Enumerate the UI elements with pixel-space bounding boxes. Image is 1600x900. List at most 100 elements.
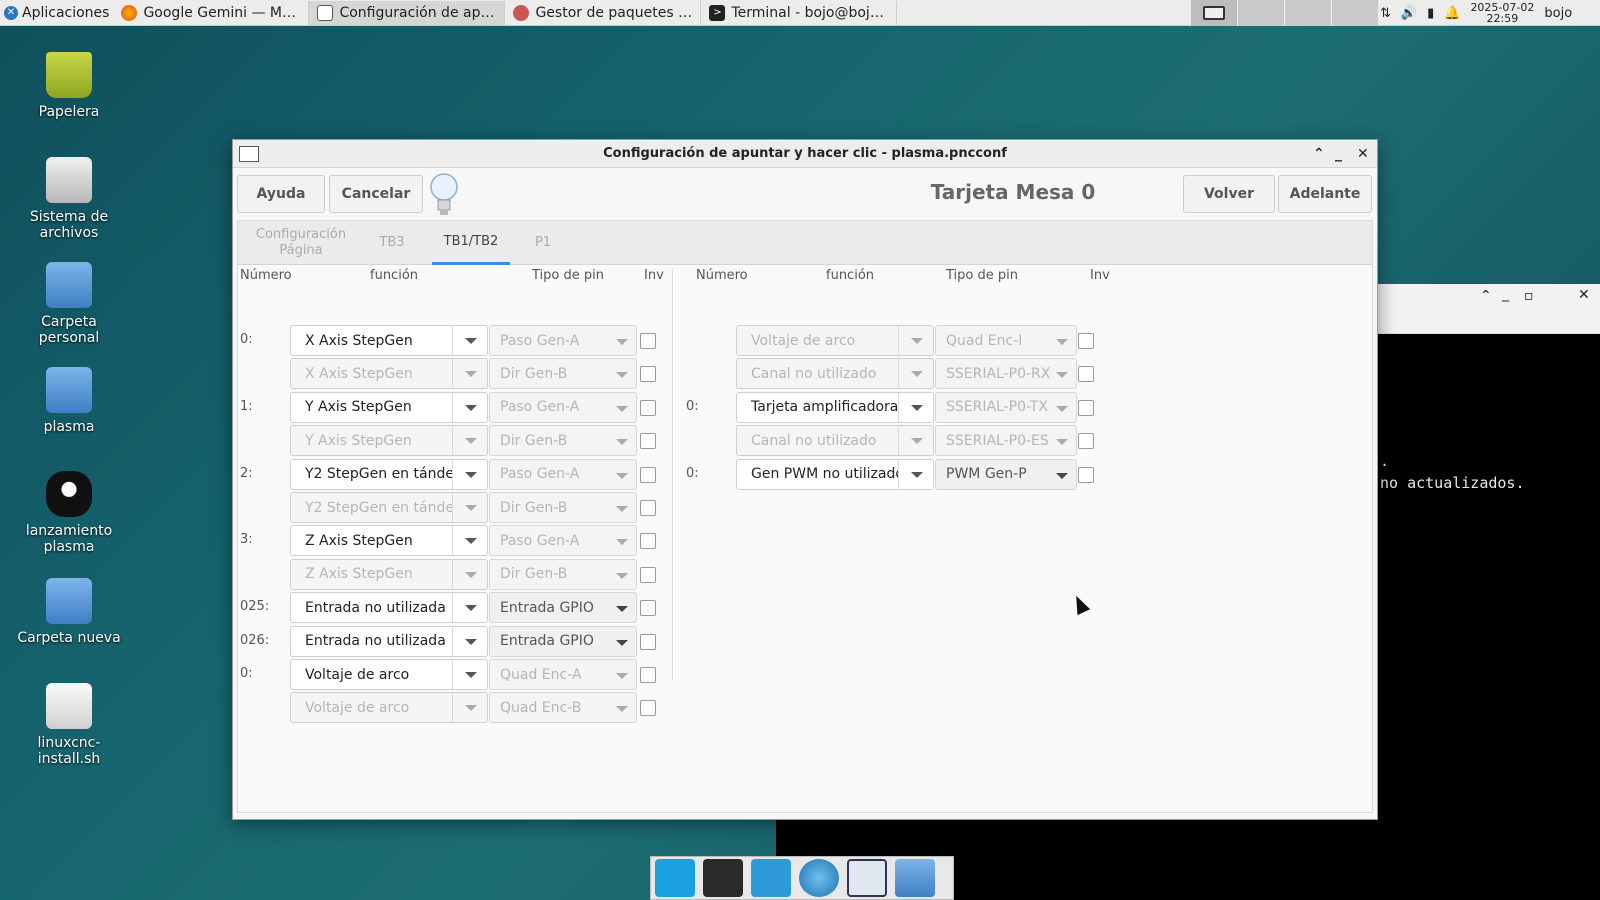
cancel-button[interactable]: Cancelar bbox=[329, 175, 423, 213]
background-terminal-window[interactable]: ⌃ _ ▫ ✕ . no actualizados. bbox=[1350, 284, 1600, 900]
dialog-title: Configuración de apuntar y hacer clic - … bbox=[603, 146, 1007, 161]
close-icon[interactable]: ✕ bbox=[1578, 287, 1590, 303]
pncconf-dialog: Configuración de apuntar y hacer clic - … bbox=[232, 139, 1378, 820]
column-header-tipo: Tipo de pin bbox=[532, 268, 604, 283]
search-icon[interactable] bbox=[847, 859, 887, 897]
chevron-down-icon[interactable] bbox=[452, 326, 487, 355]
minimize-icon[interactable]: _ bbox=[1335, 140, 1342, 168]
maximize-icon[interactable]: ▫ bbox=[1524, 288, 1534, 304]
dialog-titlebar[interactable]: Configuración de apuntar y hacer clic - … bbox=[233, 140, 1377, 168]
tab-tb1-tb2[interactable]: TB1/TB2 bbox=[432, 221, 510, 265]
desktop-icon-home[interactable]: Carpeta personal bbox=[9, 262, 129, 346]
chevron-down-icon[interactable] bbox=[898, 459, 933, 489]
invert-checkbox[interactable] bbox=[640, 466, 656, 483]
chevron-down-icon[interactable] bbox=[452, 660, 487, 689]
lightbulb-icon[interactable] bbox=[429, 172, 459, 218]
task-firefox[interactable]: Google Gemini — Mozill... bbox=[113, 0, 310, 25]
invert-checkbox[interactable] bbox=[640, 366, 656, 383]
file-manager-icon[interactable] bbox=[751, 859, 791, 897]
task-pncconf[interactable]: Configuración de apunt... bbox=[309, 0, 506, 25]
desktop-icon-new-folder[interactable]: Carpeta nueva bbox=[9, 578, 129, 646]
function-combo[interactable]: Entrada no utilizada bbox=[290, 625, 488, 657]
terminal-titlebar[interactable]: ⌃ _ ▫ ✕ bbox=[1350, 284, 1600, 334]
tab-configuracion-pagina[interactable]: Configuración Página bbox=[250, 221, 352, 265]
invert-checkbox[interactable] bbox=[1078, 433, 1094, 450]
function-combo[interactable]: Voltaje de arco bbox=[290, 659, 488, 690]
invert-checkbox[interactable] bbox=[640, 600, 656, 617]
user-label[interactable]: bojo bbox=[1544, 6, 1572, 21]
chevron-down-icon[interactable] bbox=[452, 392, 487, 422]
task-synaptic[interactable]: Gestor de paquetes Syn... bbox=[505, 0, 702, 25]
invert-checkbox[interactable] bbox=[640, 399, 656, 416]
pin-type-combo[interactable]: Entrada GPIO bbox=[489, 592, 637, 624]
function-combo[interactable]: Entrada no utilizada bbox=[290, 592, 488, 624]
invert-checkbox[interactable] bbox=[1078, 399, 1094, 416]
pin-type-combo[interactable]: Entrada GPIO bbox=[489, 625, 637, 657]
desktop-icon-label: Papelera bbox=[38, 104, 100, 120]
desktop-icon-filesystem[interactable]: Sistema de archivos bbox=[9, 157, 129, 241]
chevron-down-icon[interactable] bbox=[452, 459, 487, 489]
pin-number: 0: bbox=[686, 465, 699, 481]
workspace-4[interactable] bbox=[1331, 0, 1378, 26]
invert-checkbox[interactable] bbox=[640, 566, 656, 583]
battery-icon[interactable]: ▮ bbox=[1427, 6, 1434, 21]
task-terminal[interactable]: > Terminal - bojo@bojo: ~ bbox=[701, 0, 898, 25]
chevron-up-icon[interactable]: ⌃ bbox=[1313, 140, 1325, 168]
invert-checkbox[interactable] bbox=[1078, 366, 1094, 383]
notification-bell-icon[interactable]: 🔔 bbox=[1444, 6, 1460, 21]
workspace-switcher[interactable] bbox=[1190, 0, 1378, 26]
invert-checkbox[interactable] bbox=[640, 333, 656, 349]
pin-number: 0: bbox=[240, 332, 253, 347]
chevron-down-icon[interactable] bbox=[452, 526, 487, 556]
invert-checkbox[interactable] bbox=[1078, 333, 1094, 349]
minimize-icon[interactable]: _ bbox=[1502, 286, 1509, 302]
function-combo[interactable]: Y2 StepGen en tánde bbox=[290, 458, 488, 490]
function-combo[interactable]: Tarjeta amplificadora bbox=[736, 391, 934, 423]
clock[interactable]: 2025-07-02 22:59 bbox=[1470, 2, 1534, 24]
desktop-icon-trash[interactable]: Papelera bbox=[9, 52, 129, 120]
next-button[interactable]: Adelante bbox=[1278, 175, 1372, 213]
window-menu-icon[interactable] bbox=[239, 146, 259, 162]
invert-checkbox[interactable] bbox=[640, 533, 656, 550]
desktop-icon-install-script[interactable]: linuxcnc-install.sh bbox=[9, 683, 129, 767]
invert-checkbox[interactable] bbox=[640, 667, 656, 683]
invert-checkbox[interactable] bbox=[640, 633, 656, 650]
web-browser-icon[interactable] bbox=[799, 859, 839, 897]
function-combo[interactable]: Y Axis StepGen bbox=[290, 391, 488, 423]
invert-checkbox[interactable] bbox=[640, 700, 656, 717]
folder-icon[interactable] bbox=[895, 859, 935, 897]
network-icon[interactable]: ⇅ bbox=[1380, 6, 1391, 21]
function-combo[interactable]: Z Axis StepGen bbox=[290, 525, 488, 557]
page-title: Tarjeta Mesa 0 bbox=[930, 180, 1096, 204]
back-button[interactable]: Volver bbox=[1183, 175, 1275, 213]
pin-type-combo[interactable]: PWM Gen-P bbox=[935, 458, 1077, 490]
desktop-icon-plasma[interactable]: plasma bbox=[9, 367, 129, 435]
chevron-down-icon[interactable] bbox=[452, 593, 487, 623]
chevron-up-icon[interactable]: ⌃ bbox=[1480, 288, 1492, 304]
workspace-3[interactable] bbox=[1284, 0, 1331, 26]
folder-icon bbox=[46, 578, 92, 624]
tab-tb3[interactable]: TB3 bbox=[372, 221, 412, 265]
help-button[interactable]: Ayuda bbox=[237, 175, 325, 213]
terminal-icon[interactable] bbox=[703, 859, 743, 897]
pin-type-combo: Dir Gen-B bbox=[489, 558, 637, 590]
chevron-down-icon[interactable] bbox=[452, 626, 487, 656]
function-combo[interactable]: Gen PWM no utilizado bbox=[736, 458, 934, 490]
terminal-output[interactable]: . no actualizados. bbox=[1350, 334, 1600, 900]
desktop-icon-launcher[interactable]: lanzamiento plasma bbox=[9, 471, 129, 555]
invert-checkbox[interactable] bbox=[1078, 466, 1094, 483]
applications-menu[interactable]: ✕ Aplicaciones bbox=[0, 0, 113, 26]
chevron-down-icon[interactable] bbox=[898, 392, 933, 422]
workspace-1[interactable] bbox=[1190, 0, 1237, 26]
pin-type-combo: Quad Enc-B bbox=[489, 692, 637, 724]
show-desktop-icon[interactable] bbox=[655, 859, 695, 897]
tab-p1[interactable]: P1 bbox=[528, 221, 558, 265]
function-combo[interactable]: X Axis StepGen bbox=[290, 325, 488, 356]
invert-checkbox[interactable] bbox=[640, 433, 656, 450]
close-icon[interactable]: ✕ bbox=[1357, 140, 1369, 168]
invert-checkbox[interactable] bbox=[640, 500, 656, 516]
workspace-2[interactable] bbox=[1237, 0, 1284, 26]
volume-icon[interactable]: 🔊 bbox=[1401, 6, 1417, 21]
function-value: Canal no utilizado bbox=[751, 365, 877, 382]
function-value: Y2 StepGen en tánde bbox=[305, 466, 452, 483]
